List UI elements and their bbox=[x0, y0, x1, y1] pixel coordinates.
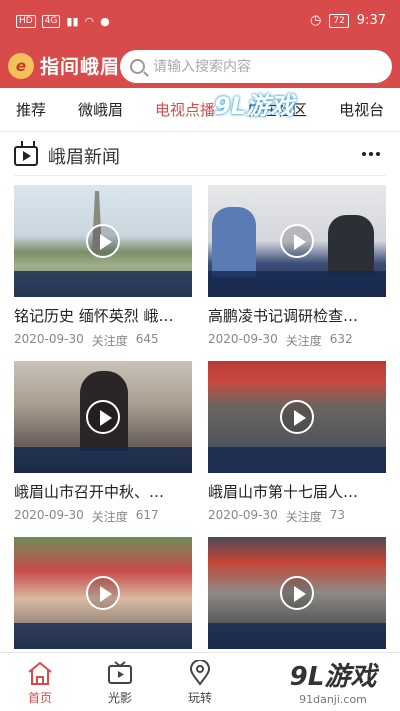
follow-label: 关注度 bbox=[285, 510, 322, 524]
wifi-icon: ◠ bbox=[84, 15, 95, 28]
status-bar: HD 4G ▮▮ ◠ ● ◷ 72 9:37 bbox=[0, 0, 400, 44]
search-bar[interactable] bbox=[120, 50, 392, 83]
tab-tv-station[interactable]: 电视台 bbox=[323, 99, 400, 120]
video-thumbnail[interactable] bbox=[208, 361, 386, 473]
nav-guangying-label: 光影 bbox=[107, 691, 132, 705]
video-card[interactable]: 峨眉山市第十七届人… 2020-09-30 关注度 73 bbox=[208, 361, 386, 525]
signal-icon: ▮▮ bbox=[66, 15, 79, 28]
alarm-icon: ◷ bbox=[310, 13, 322, 28]
play-icon[interactable] bbox=[280, 576, 314, 610]
logo-icon: e bbox=[8, 52, 34, 79]
follow-count: 617 bbox=[135, 508, 159, 522]
divider bbox=[14, 175, 386, 176]
video-date: 2020-09-30 bbox=[14, 332, 84, 346]
video-title[interactable]: 峨眉山市召开中秋、… bbox=[14, 481, 192, 502]
follow-label: 关注度 bbox=[91, 334, 128, 348]
app-logo[interactable]: e 指间峨眉 bbox=[8, 52, 120, 79]
play-icon[interactable] bbox=[86, 576, 120, 610]
clock: 9:37 bbox=[356, 13, 386, 28]
video-card[interactable]: 铭记历史 缅怀英烈 峨… 2020-09-30 关注度 645 bbox=[14, 185, 192, 349]
nav-home[interactable]: 首页 bbox=[10, 659, 70, 706]
video-title[interactable]: 铭记历史 缅怀英烈 峨… bbox=[14, 305, 192, 326]
watermark-url: 91danji.com bbox=[299, 693, 367, 706]
section-header: 峨眉新闻 bbox=[14, 140, 386, 172]
app-header: e 指间峨眉 bbox=[0, 44, 400, 88]
video-title[interactable]: 高鹏凌书记调研检查… bbox=[208, 305, 386, 326]
play-icon[interactable] bbox=[86, 400, 120, 434]
tab-wei-emei[interactable]: 微峨眉 bbox=[62, 99, 139, 120]
network-indicator: 4G bbox=[41, 15, 61, 28]
video-card[interactable]: 峨眉山市召开中秋、… 2020-09-30 关注度 617 bbox=[14, 361, 192, 525]
search-icon bbox=[130, 59, 145, 74]
follow-label: 关注度 bbox=[285, 334, 322, 348]
play-icon[interactable] bbox=[280, 224, 314, 258]
video-thumbnail[interactable] bbox=[208, 537, 386, 649]
hd-indicator: HD bbox=[16, 15, 36, 28]
follow-count: 73 bbox=[329, 508, 346, 522]
play-icon[interactable] bbox=[280, 400, 314, 434]
play-icon[interactable] bbox=[86, 224, 120, 258]
video-date: 2020-09-30 bbox=[208, 508, 278, 522]
video-date: 2020-09-30 bbox=[208, 332, 278, 346]
nav-wanzhuan-label: 玩转 bbox=[187, 691, 212, 705]
home-icon bbox=[10, 659, 70, 687]
watermark-top: 9L游戏 bbox=[214, 92, 294, 120]
follow-count: 645 bbox=[135, 332, 159, 346]
notification-icon: ● bbox=[100, 15, 110, 28]
category-tabs: 推荐 微峨眉 电视点播 自在社区 电视台 bbox=[0, 88, 400, 132]
nav-wanzhuan[interactable]: 玩转 bbox=[170, 659, 230, 706]
nav-home-label: 首页 bbox=[27, 691, 52, 705]
tab-recommend[interactable]: 推荐 bbox=[0, 99, 62, 120]
video-card[interactable] bbox=[208, 537, 386, 649]
watermark-logo: 9L游戏 bbox=[289, 662, 377, 692]
nav-guangying[interactable]: 光影 bbox=[90, 659, 150, 706]
watermark: 9L游戏 91danji.com bbox=[274, 656, 392, 706]
follow-count: 632 bbox=[329, 332, 353, 346]
video-thumbnail[interactable] bbox=[14, 537, 192, 649]
search-input[interactable] bbox=[153, 58, 353, 75]
follow-label: 关注度 bbox=[91, 510, 128, 524]
video-card[interactable]: 高鹏凌书记调研检查… 2020-09-30 关注度 632 bbox=[208, 185, 386, 349]
location-icon bbox=[170, 659, 230, 687]
video-date: 2020-09-30 bbox=[14, 508, 84, 522]
video-card[interactable] bbox=[14, 537, 192, 649]
video-title[interactable]: 峨眉山市第十七届人… bbox=[208, 481, 386, 502]
video-thumbnail[interactable] bbox=[14, 185, 192, 297]
video-thumbnail[interactable] bbox=[208, 185, 386, 297]
tv-icon bbox=[90, 659, 150, 687]
section-title: 峨眉新闻 bbox=[48, 147, 120, 168]
tv-icon bbox=[14, 146, 38, 166]
battery-indicator: 72 bbox=[329, 13, 349, 28]
video-thumbnail[interactable] bbox=[14, 361, 192, 473]
more-icon[interactable] bbox=[362, 152, 380, 156]
app-title: 指间峨眉 bbox=[40, 56, 121, 78]
